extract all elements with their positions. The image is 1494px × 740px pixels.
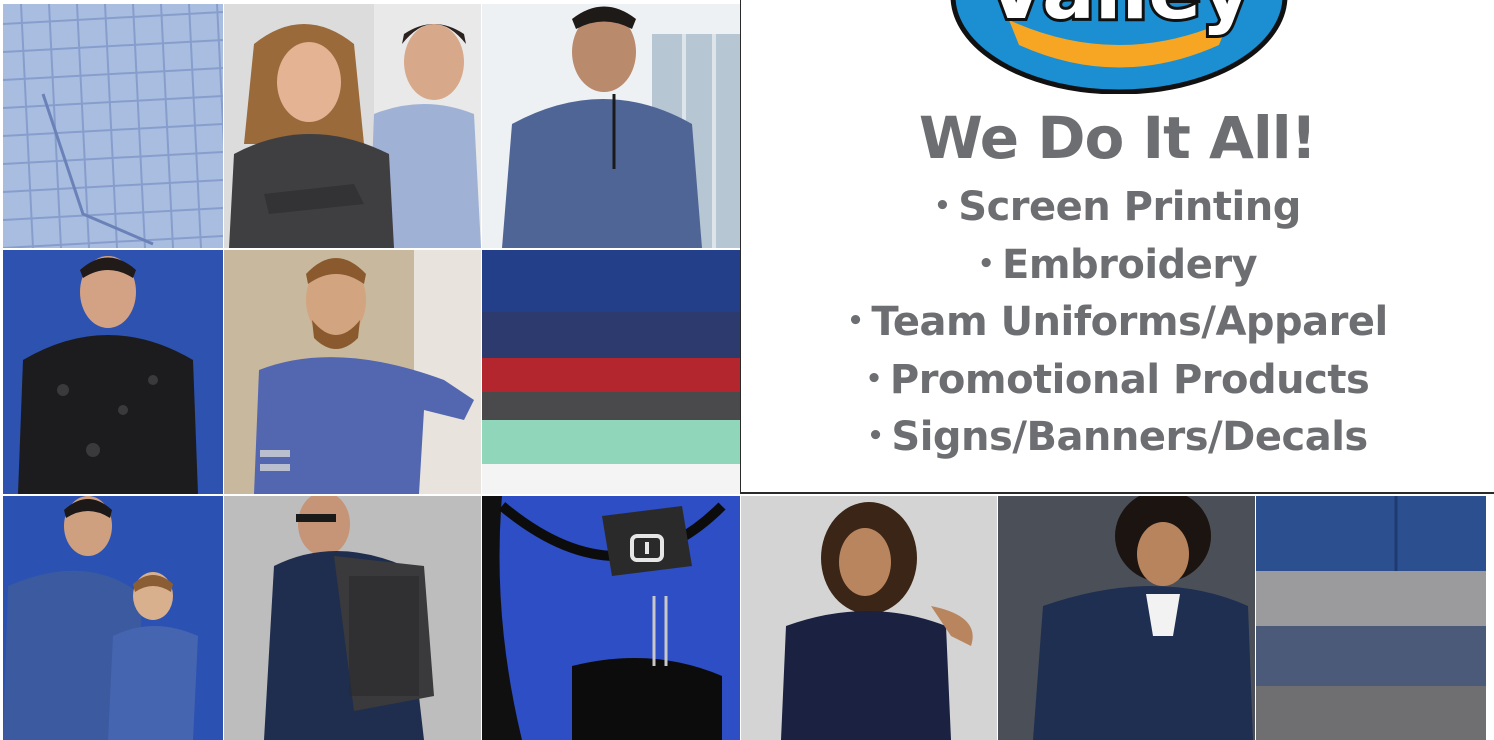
photo-folded-shirts — [482, 250, 740, 494]
photo-man-quarter-zip — [482, 4, 740, 248]
photo-man-navy-fleece — [998, 496, 1255, 740]
service-item: • Team Uniforms/Apparel — [847, 299, 1388, 345]
photo-woman-navy-tee — [741, 496, 997, 740]
service-item: • Screen Printing — [934, 184, 1301, 230]
service-item: • Embroidery — [977, 241, 1258, 288]
photo-man-blue-tee — [224, 250, 481, 494]
services-panel: Valley We Do It All! •Screen Printing •E… — [740, 0, 1494, 494]
photo-plaid-shirt — [3, 4, 223, 248]
company-logo: Valley — [949, 0, 1289, 95]
photo-man-black-shirt — [3, 250, 223, 494]
photo-man-backpack — [224, 496, 481, 740]
services-list: • Screen Printing • Embroidery • Team Unifo… — [741, 178, 1494, 466]
logo-text: Valley — [986, 0, 1252, 37]
service-item: • Promotional Products — [865, 356, 1370, 403]
photo-blue-backpack — [482, 496, 740, 740]
photo-couple-dress-shirts — [224, 4, 481, 248]
service-item: • Signs/Banners/Decals — [867, 414, 1368, 460]
photo-folded-fleeces — [1256, 496, 1486, 740]
headline: We Do It All! — [918, 104, 1317, 172]
photo-adult-kid-tees — [3, 496, 223, 740]
